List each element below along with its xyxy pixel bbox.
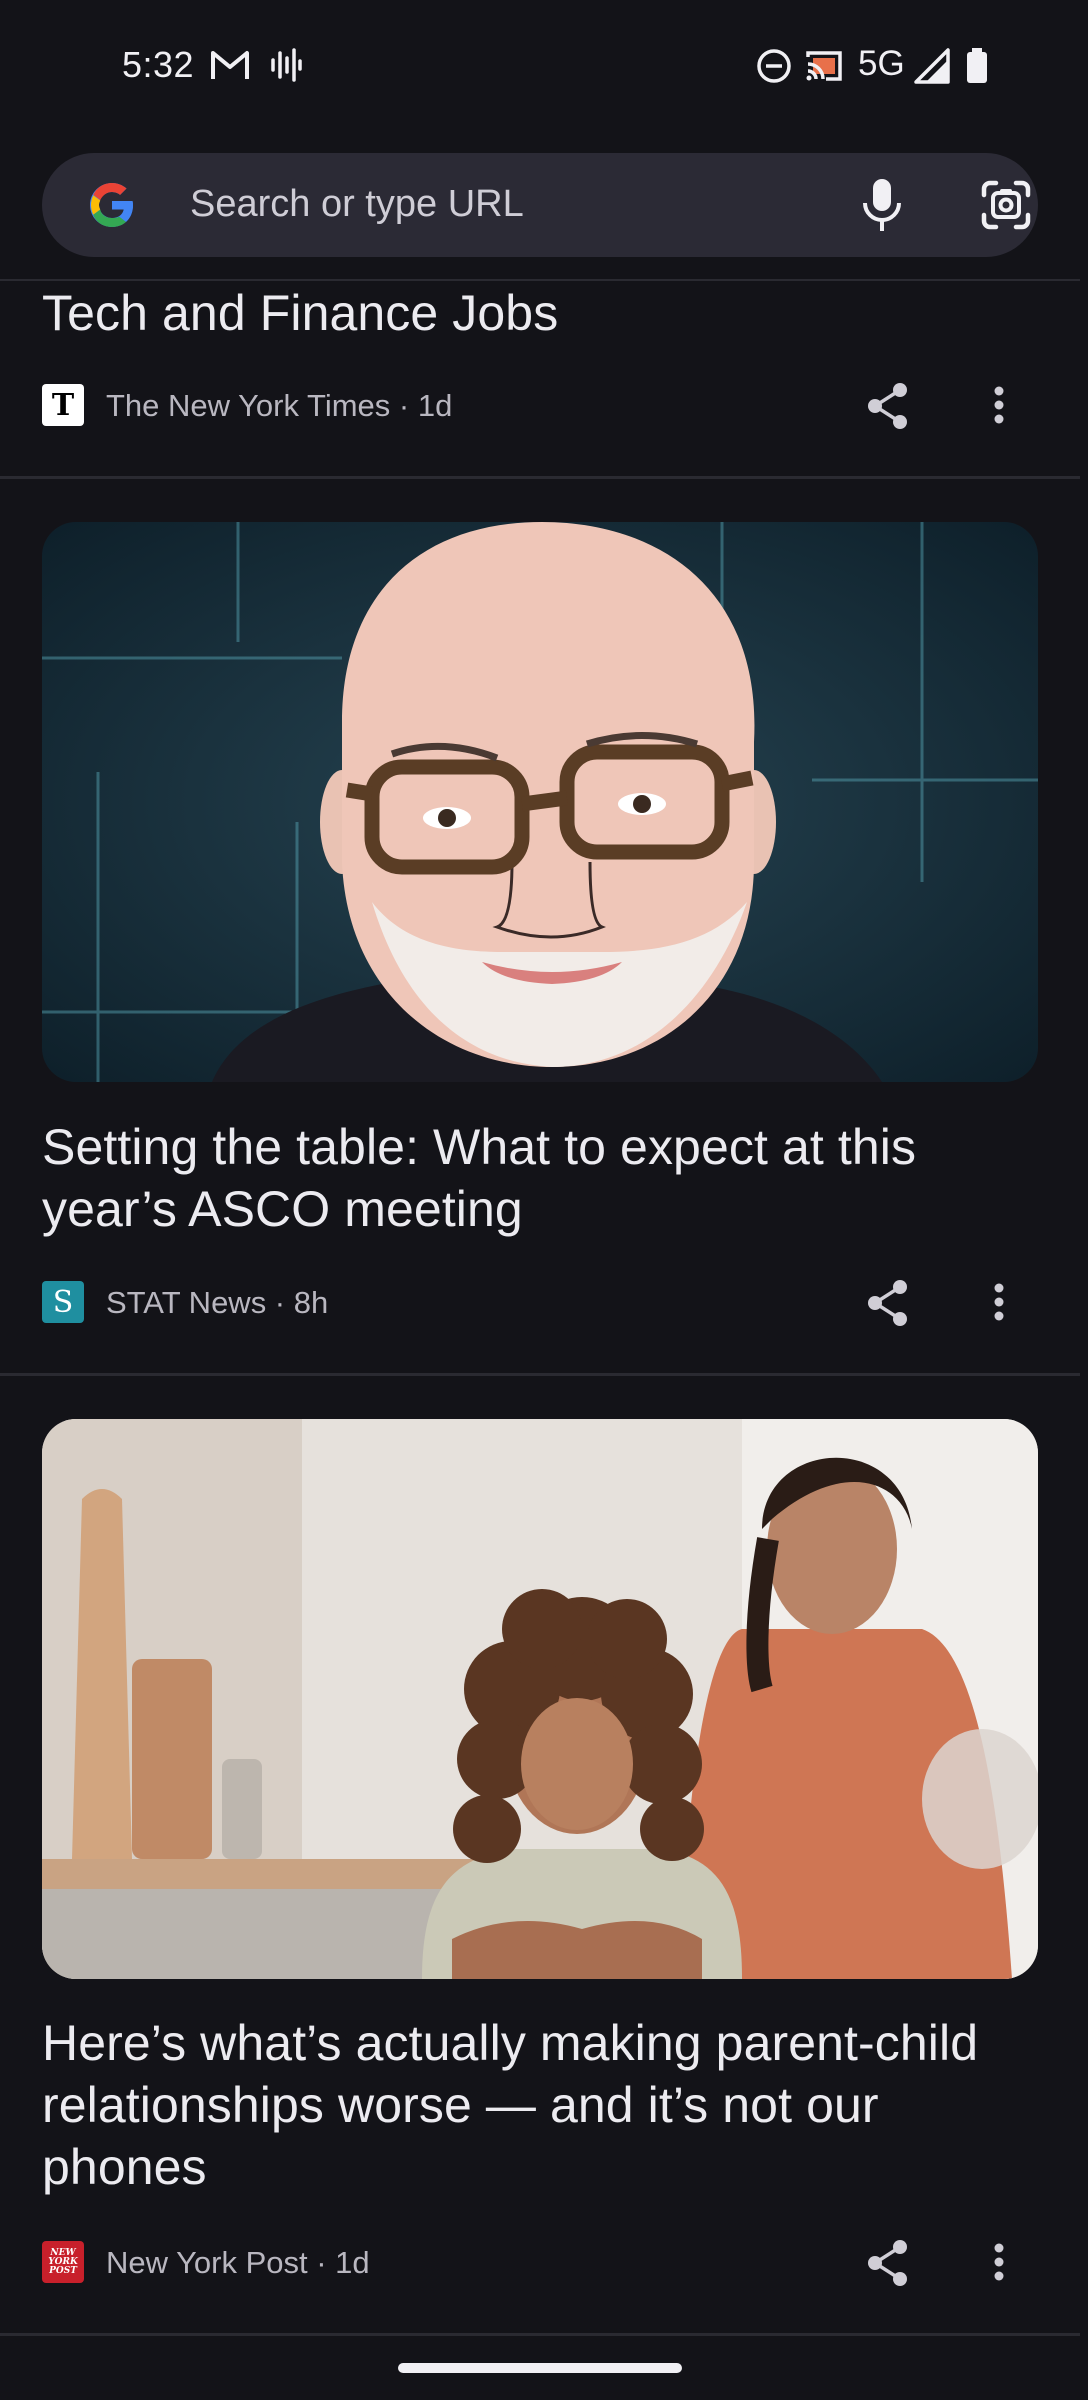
search-bar[interactable]: Search or type URL [42, 153, 1038, 257]
article-source: New York Post · 1d [106, 2245, 370, 2280]
network-type: 5G [858, 44, 905, 83]
battery-icon [967, 48, 987, 83]
sound-wave-icon [271, 48, 302, 82]
more-options-icon[interactable] [994, 384, 1004, 426]
share-icon[interactable] [866, 1279, 910, 1327]
google-lens-icon[interactable] [980, 179, 1032, 231]
microphone-icon[interactable] [860, 177, 904, 233]
stat-news-logo-icon: S [42, 1281, 84, 1323]
status-time: 5:32 [122, 44, 195, 85]
article-image-illustration-man-glasses[interactable] [42, 522, 1038, 1082]
more-options-icon[interactable] [994, 1281, 1004, 1323]
article-headline[interactable]: Here’s what’s actually making parent-chi… [42, 2012, 1042, 2198]
article-image-mother-and-daughter[interactable] [42, 1419, 1038, 1979]
status-bar: 5:32 5G [0, 0, 1088, 136]
article-source-row: S STAT News · 8h [42, 1279, 1038, 1327]
divider [0, 476, 1080, 479]
article-source: The New York Times · 1d [106, 388, 453, 423]
divider [0, 2333, 1080, 2336]
divider [0, 279, 1080, 281]
photo-mother-and-daughter [42, 1419, 1038, 1979]
illustration-man-with-glasses [42, 522, 1038, 1082]
more-options-icon[interactable] [994, 2241, 1004, 2283]
do-not-disturb-icon [757, 49, 791, 83]
article-headline[interactable]: Tech and Finance Jobs [42, 282, 1042, 344]
signal-icon [914, 48, 950, 84]
share-icon[interactable] [866, 2239, 910, 2287]
article-headline[interactable]: Setting the table: What to expect at thi… [42, 1116, 1042, 1240]
nyt-logo-icon: T [42, 384, 84, 426]
search-input[interactable]: Search or type URL [190, 183, 524, 226]
google-logo [90, 183, 133, 227]
cast-icon [806, 51, 842, 81]
home-gesture-bar[interactable] [398, 2363, 682, 2373]
article-source-row: T The New York Times · 1d [42, 382, 1038, 430]
divider [0, 1373, 1080, 1376]
article-source: STAT News · 8h [106, 1285, 329, 1320]
new-york-post-logo-icon: NEW YORK POST [42, 2241, 84, 2283]
news-feed-screen: 5:32 5G Search or type URL Tech and Fina… [0, 0, 1088, 2400]
share-icon[interactable] [866, 382, 910, 430]
gmail-icon [211, 51, 249, 79]
article-source-row: NEW YORK POST New York Post · 1d [42, 2239, 1038, 2287]
